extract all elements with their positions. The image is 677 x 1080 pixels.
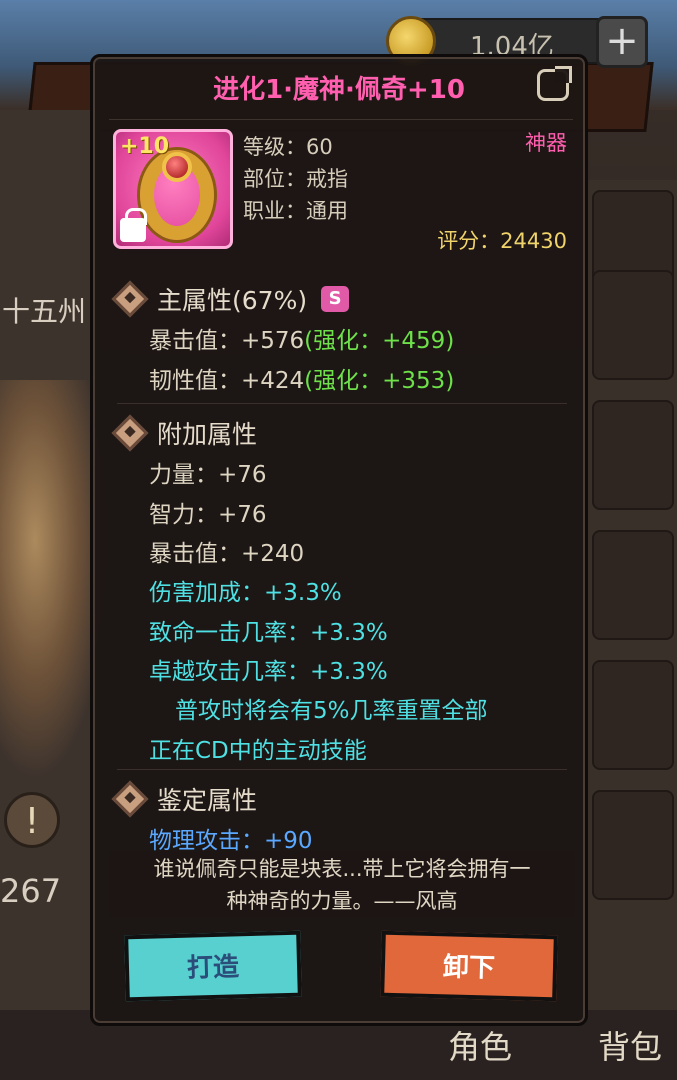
add-currency-button[interactable]: + [596, 16, 648, 68]
inventory-slot[interactable] [592, 660, 674, 770]
background-location-text: 十五州 [2, 295, 87, 328]
inventory-slot[interactable] [592, 270, 674, 380]
item-level: 等级：60 [243, 135, 333, 159]
description-line: 种神奇的力量。——风高 [226, 889, 458, 913]
alert-icon[interactable]: ! [4, 792, 60, 848]
divider [117, 403, 567, 404]
item-rarity: 神器 [525, 131, 567, 155]
share-icon[interactable] [537, 66, 572, 101]
diamond-icon [111, 414, 149, 452]
extra-stat: 卓越攻击几率：+3.3% [149, 659, 388, 685]
description-line: 谁说佩奇只能是块表...带上它将会拥有一 [153, 857, 531, 881]
identify-attr-title: 鉴定属性 [157, 786, 258, 815]
skill-description: 普攻时将会有5%几率重置全部 [175, 698, 488, 724]
item-score: 评分：24430 [437, 229, 567, 253]
extra-stat: 暴击值：+240 [149, 541, 305, 567]
main-attr-title: 主属性(67%) [157, 286, 308, 315]
identify-stat: 物理攻击：+90 [149, 828, 313, 854]
extra-stat: 致命一击几率：+3.3% [149, 620, 388, 646]
main-stat-base: 韧性值：+424 [149, 368, 305, 394]
main-stat-bonus: (强化：+353) [304, 368, 455, 394]
item-slot: 部位：戒指 [243, 167, 348, 191]
background-number: 267 [0, 872, 62, 910]
unequip-button[interactable]: 卸下 [380, 930, 558, 1002]
lock-icon[interactable] [120, 208, 147, 242]
inventory-slot[interactable] [592, 790, 674, 900]
skill-description: 正在CD中的主动技能 [149, 738, 367, 764]
tab-backpack[interactable]: 背包 [598, 1022, 662, 1068]
forge-button[interactable]: 打造 [124, 930, 302, 1002]
divider [117, 769, 567, 770]
item-class: 职业：通用 [243, 199, 348, 223]
inventory-slot[interactable] [592, 530, 674, 640]
main-stat-row: 韧性值：+424(强化：+353) [149, 361, 454, 395]
diamond-icon [111, 780, 149, 818]
extra-stat: 伤害加成：+3.3% [149, 580, 342, 606]
game-screen: 1.04亿 + 十五州 ! 267 角色 背包 进化1·魔神·佩奇+10 +10… [0, 0, 677, 1080]
item-detail-dialog: 进化1·魔神·佩奇+10 +10 等级：60 部位：戒指 职业：通用 神器 评分… [90, 54, 588, 1026]
diamond-icon [111, 280, 149, 318]
main-stat-row: 暴击值：+576(强化：+459) [149, 321, 454, 355]
inventory-slot[interactable] [592, 400, 674, 510]
extra-attr-title: 附加属性 [157, 420, 258, 449]
extra-attr-header: 附加属性 [111, 414, 258, 452]
extra-stat: 智力：+76 [149, 502, 267, 528]
extra-stat: 力量：+76 [149, 462, 267, 488]
main-attr-header: 主属性(67%) S [111, 280, 350, 318]
item-ring-icon: +10 [113, 129, 233, 249]
identify-attr-header: 鉴定属性 [111, 780, 258, 818]
main-stat-bonus: (强化：+459) [304, 328, 455, 354]
enhance-level-badge: +10 [120, 134, 170, 159]
divider [109, 119, 573, 120]
main-stat-base: 暴击值：+576 [149, 328, 305, 354]
grade-badge: S [321, 286, 350, 312]
tab-character[interactable]: 角色 [448, 1022, 512, 1068]
item-description: 谁说佩奇只能是块表...带上它将会拥有一 种神奇的力量。——风高 [109, 851, 575, 917]
item-title: 进化1·魔神·佩奇+10 [213, 75, 465, 105]
